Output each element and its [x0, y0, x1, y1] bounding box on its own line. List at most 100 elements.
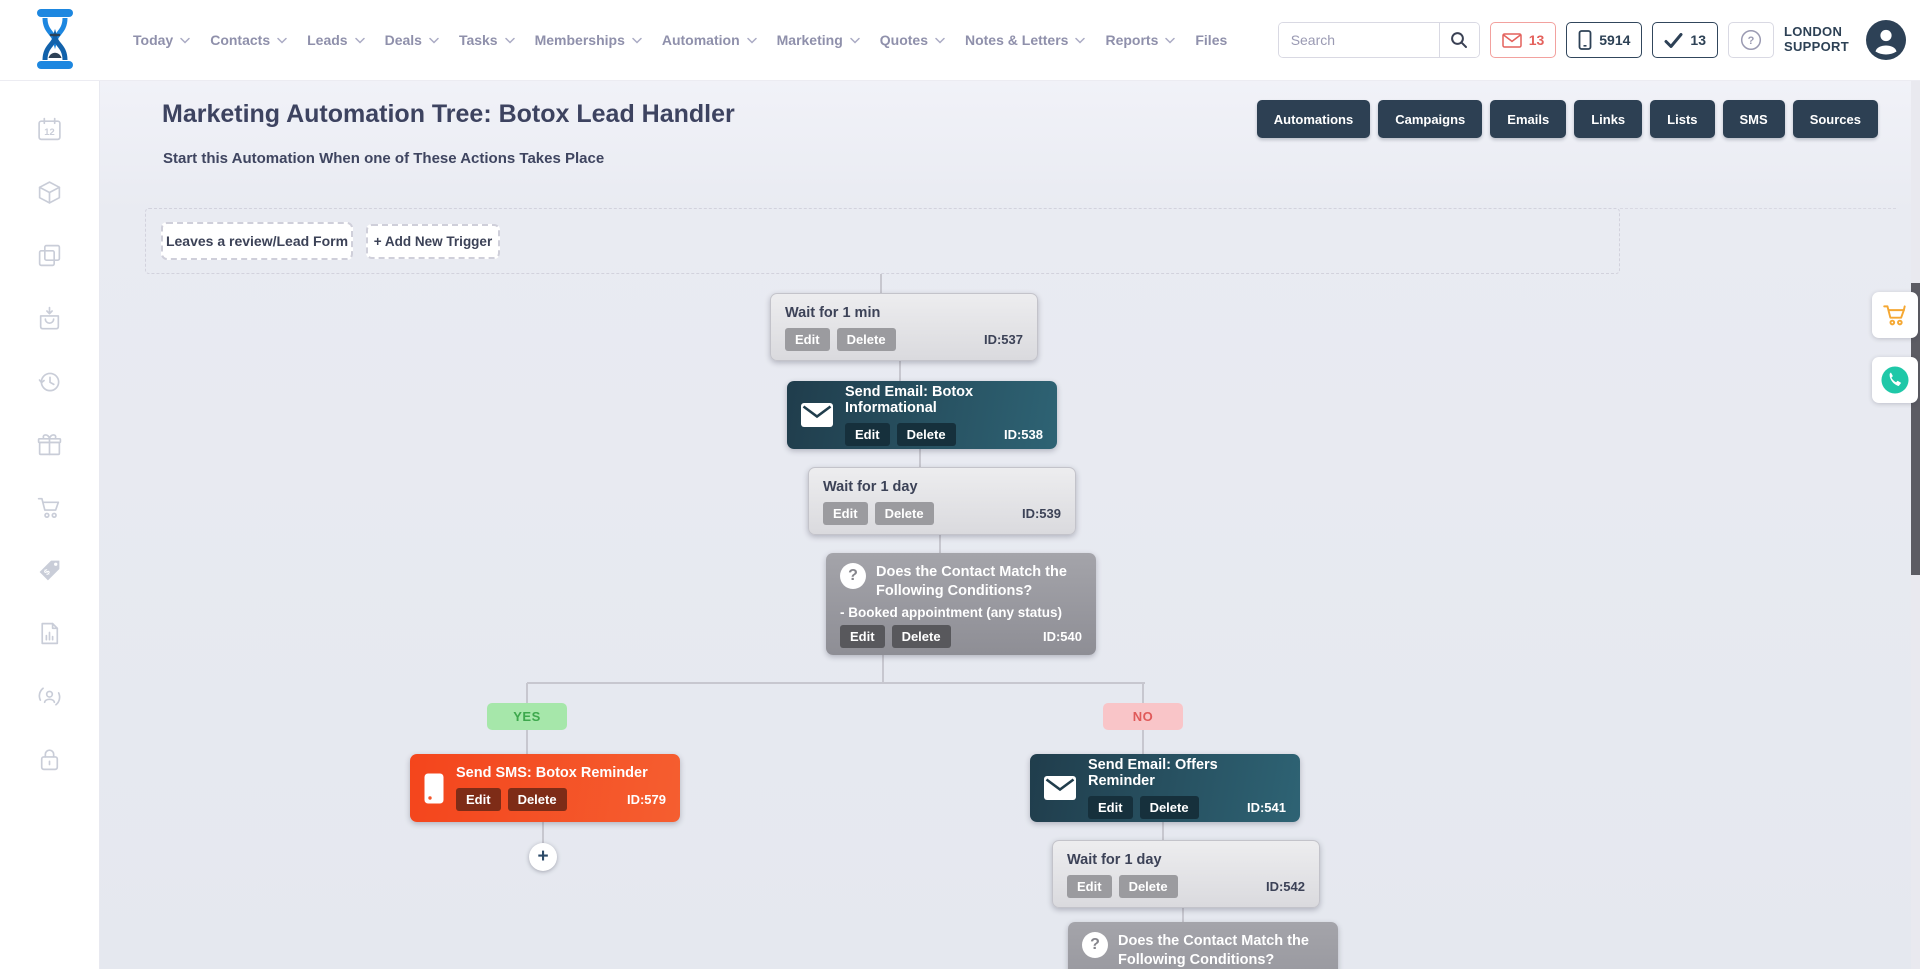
edit-button[interactable]: Edit: [456, 788, 501, 811]
delete-button[interactable]: Delete: [897, 423, 956, 446]
node-email-538[interactable]: Send Email: Botox Informational Edit Del…: [787, 381, 1057, 449]
connector: [919, 449, 921, 467]
envelope-icon: [1502, 33, 1522, 48]
cart-widget-button[interactable]: [1872, 292, 1918, 338]
main-nav: Today Contacts Leads Deals Tasks Members…: [133, 0, 1227, 80]
nav-tasks[interactable]: Tasks: [459, 32, 515, 48]
edit-button[interactable]: Edit: [840, 625, 885, 648]
delete-button[interactable]: Delete: [892, 625, 951, 648]
nav-label: Tasks: [459, 32, 498, 48]
add-step-button[interactable]: +: [529, 843, 557, 871]
check-icon: [1664, 33, 1683, 48]
nav-automation[interactable]: Automation: [662, 32, 757, 48]
svg-text:?: ?: [1748, 35, 1755, 47]
search-box: [1278, 22, 1480, 58]
delete-button[interactable]: Delete: [1140, 796, 1199, 819]
node-email-541[interactable]: Send Email: Offers Reminder Edit Delete …: [1030, 754, 1300, 822]
help-icon: ?: [1740, 29, 1762, 51]
campaigns-button[interactable]: Campaigns: [1378, 100, 1482, 138]
links-button[interactable]: Links: [1574, 100, 1642, 138]
vertical-scrollbar: [1911, 80, 1920, 969]
nav-reports[interactable]: Reports: [1105, 32, 1175, 48]
nav-leads[interactable]: Leads: [307, 32, 364, 48]
node-id: ID:537: [984, 332, 1023, 347]
trigger-leaves-review[interactable]: Leaves a review/Lead Form: [161, 222, 353, 260]
node-wait-542[interactable]: Wait for 1 day Edit Delete ID:542: [1052, 840, 1320, 908]
connector: [880, 274, 882, 293]
node-sms-579[interactable]: Send SMS: Botox Reminder Edit Delete ID:…: [410, 754, 680, 822]
search-icon: [1450, 31, 1468, 49]
user-avatar[interactable]: [1866, 20, 1906, 60]
nav-notes-letters[interactable]: Notes & Letters: [965, 32, 1085, 48]
bag-download-icon[interactable]: [36, 305, 63, 332]
nav-marketing[interactable]: Marketing: [777, 32, 860, 48]
chevron-down-icon: [180, 37, 190, 44]
user-name: LONDON SUPPORT: [1784, 25, 1856, 55]
cart-icon[interactable]: [36, 494, 63, 521]
delete-button[interactable]: Delete: [508, 788, 567, 811]
edit-button[interactable]: Edit: [785, 328, 830, 351]
delete-button[interactable]: Delete: [875, 502, 934, 525]
edit-button[interactable]: Edit: [1088, 796, 1133, 819]
connector: [939, 535, 941, 553]
node-title: Send SMS: Botox Reminder: [456, 765, 666, 781]
nav-today[interactable]: Today: [133, 32, 190, 48]
edit-button[interactable]: Edit: [823, 502, 868, 525]
connector: [526, 683, 528, 703]
node-condition-540[interactable]: ? Does the Contact Match the Following C…: [826, 553, 1096, 655]
gift-icon[interactable]: [36, 431, 63, 458]
top-header: Today Contacts Leads Deals Tasks Members…: [0, 0, 1920, 80]
search-button[interactable]: [1439, 23, 1479, 57]
nav-deals[interactable]: Deals: [385, 32, 439, 48]
tasks-count: 13: [1690, 32, 1706, 48]
search-input[interactable]: [1279, 23, 1439, 57]
whatsapp-widget-button[interactable]: [1872, 357, 1918, 403]
chevron-down-icon: [935, 37, 945, 44]
edit-button[interactable]: Edit: [1067, 875, 1112, 898]
chevron-down-icon: [505, 37, 515, 44]
price-tag-icon[interactable]: $: [36, 557, 63, 584]
package-icon[interactable]: [36, 179, 63, 206]
branch-no-label: NO: [1103, 703, 1183, 730]
tasks-badge[interactable]: 13: [1652, 22, 1718, 58]
copy-icon[interactable]: [36, 242, 63, 269]
branch-yes-label: YES: [487, 703, 567, 730]
edit-button[interactable]: Edit: [845, 423, 890, 446]
connector: [1162, 822, 1164, 840]
automations-button[interactable]: Automations: [1257, 100, 1370, 138]
account-sync-icon[interactable]: [36, 683, 63, 710]
sms-button[interactable]: SMS: [1723, 100, 1785, 138]
calls-badge[interactable]: 5914: [1566, 22, 1642, 58]
question-mark-icon: ?: [840, 563, 866, 589]
chevron-down-icon: [1075, 37, 1085, 44]
add-new-trigger-button[interactable]: + Add New Trigger: [366, 224, 500, 259]
nav-memberships[interactable]: Memberships: [535, 32, 642, 48]
person-icon: [1866, 20, 1906, 60]
nav-quotes[interactable]: Quotes: [880, 32, 945, 48]
nav-files[interactable]: Files: [1195, 32, 1227, 48]
delete-button[interactable]: Delete: [837, 328, 896, 351]
nav-contacts[interactable]: Contacts: [210, 32, 287, 48]
help-button[interactable]: ?: [1728, 22, 1774, 58]
nav-label: Deals: [385, 32, 422, 48]
delete-button[interactable]: Delete: [1119, 875, 1178, 898]
calendar-icon[interactable]: 12: [36, 116, 63, 143]
nav-label: Contacts: [210, 32, 270, 48]
sources-button[interactable]: Sources: [1793, 100, 1878, 138]
node-title: Wait for 1 min: [785, 305, 1023, 321]
history-icon[interactable]: [36, 368, 63, 395]
lists-button[interactable]: Lists: [1650, 100, 1714, 138]
node-condition-bottom[interactable]: ? Does the Contact Match the Following C…: [1068, 922, 1338, 969]
node-wait-539[interactable]: Wait for 1 day Edit Delete ID:539: [808, 467, 1076, 535]
emails-button[interactable]: Emails: [1490, 100, 1566, 138]
connector: [1142, 730, 1144, 754]
nav-label: Notes & Letters: [965, 32, 1068, 48]
app-logo[interactable]: [26, 7, 84, 76]
lock-icon[interactable]: [36, 746, 63, 773]
calendar-day-label: 12: [44, 127, 54, 137]
node-wait-537[interactable]: Wait for 1 min Edit Delete ID:537: [770, 293, 1038, 361]
report-icon[interactable]: [36, 620, 63, 647]
messages-badge[interactable]: 13: [1490, 22, 1557, 58]
nav-label: Today: [133, 32, 173, 48]
node-title: Wait for 1 day: [823, 479, 1061, 495]
